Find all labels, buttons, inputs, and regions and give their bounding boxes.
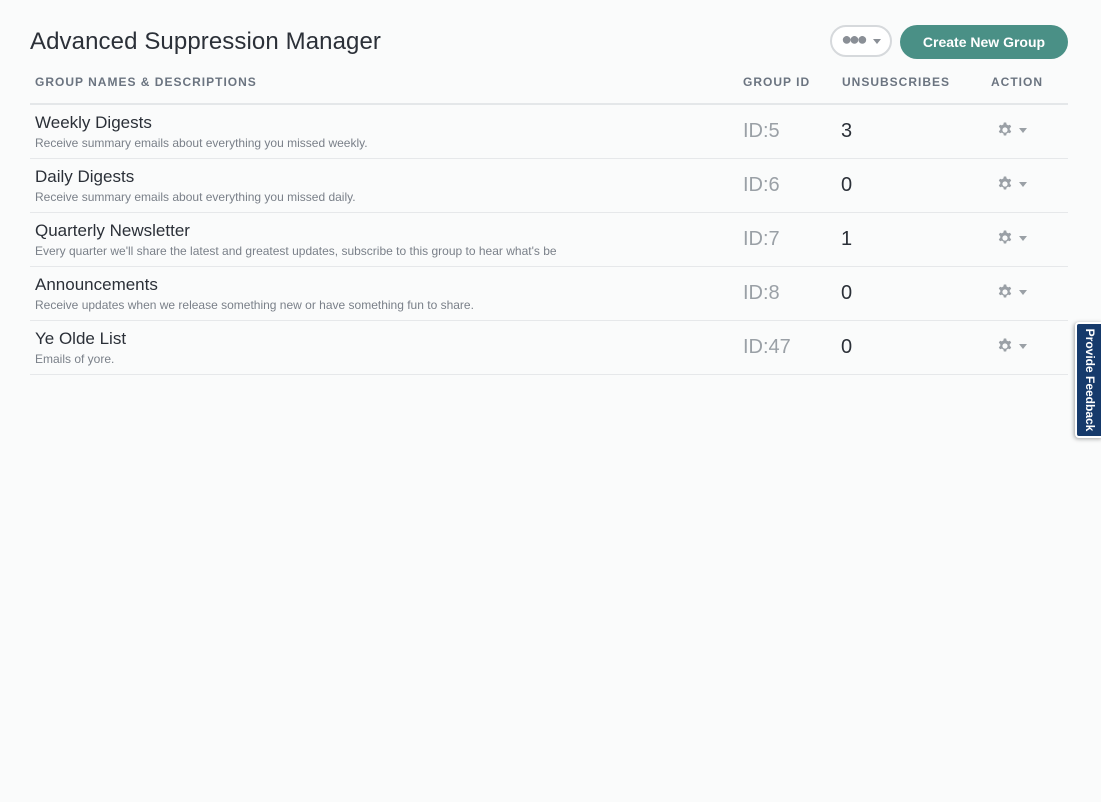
group-id: ID:6: [743, 174, 780, 196]
row-action-menu[interactable]: [997, 284, 1027, 300]
table-header: GROUP NAMES & DESCRIPTIONS GROUP ID UNSU…: [30, 70, 1068, 105]
gear-icon: [997, 176, 1013, 192]
row-action-menu[interactable]: [997, 230, 1027, 246]
caret-down-icon: [1019, 127, 1027, 133]
unsubscribe-count: 0: [841, 174, 853, 196]
group-name[interactable]: Weekly Digests: [35, 113, 152, 133]
create-new-group-button[interactable]: Create New Group: [900, 25, 1068, 59]
more-options-button[interactable]: ●●●: [830, 25, 892, 57]
column-header-unsubscribes: UNSUBSCRIBES: [842, 75, 951, 89]
gear-icon: [997, 230, 1013, 246]
unsubscribe-count: 1: [841, 228, 853, 250]
group-description: Emails of yore.: [35, 352, 115, 366]
table-row: Daily Digests Receive summary emails abo…: [30, 159, 1068, 213]
feedback-label: Provide Feedback: [1083, 328, 1097, 432]
group-id: ID:5: [743, 120, 780, 142]
row-action-menu[interactable]: [997, 176, 1027, 192]
group-description: Receive summary emails about everything …: [35, 190, 356, 204]
table-row: Announcements Receive updates when we re…: [30, 267, 1068, 321]
groups-table: GROUP NAMES & DESCRIPTIONS GROUP ID UNSU…: [30, 70, 1068, 375]
unsubscribe-count: 0: [841, 336, 853, 358]
caret-down-icon: [1019, 289, 1027, 295]
table-row: Ye Olde List Emails of yore. ID:47 0: [30, 321, 1068, 375]
provide-feedback-tab[interactable]: Provide Feedback: [1075, 322, 1101, 438]
page-title: Advanced Suppression Manager: [30, 28, 382, 55]
gear-icon: [997, 122, 1013, 138]
group-name[interactable]: Ye Olde List: [35, 329, 126, 349]
caret-down-icon: [1019, 235, 1027, 241]
unsubscribe-count: 3: [841, 120, 853, 142]
group-description: Receive summary emails about everything …: [35, 136, 368, 150]
caret-down-icon: [1019, 181, 1027, 187]
unsubscribe-count: 0: [841, 282, 853, 304]
group-description: Receive updates when we release somethin…: [35, 298, 474, 312]
caret-down-icon: [872, 38, 881, 44]
group-name[interactable]: Quarterly Newsletter: [35, 221, 190, 241]
group-id: ID:47: [743, 336, 791, 358]
group-id: ID:7: [743, 228, 780, 250]
column-header-name: GROUP NAMES & DESCRIPTIONS: [35, 75, 257, 89]
gear-icon: [997, 284, 1013, 300]
page-header: Advanced Suppression Manager ●●● Create …: [30, 0, 1068, 70]
group-name[interactable]: Announcements: [35, 275, 158, 295]
page-content: Advanced Suppression Manager ●●● Create …: [30, 0, 1068, 375]
table-row: Weekly Digests Receive summary emails ab…: [30, 105, 1068, 159]
table-row: Quarterly Newsletter Every quarter we'll…: [30, 213, 1068, 267]
row-action-menu[interactable]: [997, 122, 1027, 138]
caret-down-icon: [1019, 343, 1027, 349]
group-id: ID:8: [743, 282, 780, 304]
group-name[interactable]: Daily Digests: [35, 167, 134, 187]
group-description: Every quarter we'll share the latest and…: [35, 244, 557, 258]
column-header-group-id: GROUP ID: [743, 75, 811, 89]
ellipsis-icon: ●●●: [841, 29, 868, 49]
column-header-action: ACTION: [991, 75, 1043, 89]
gear-icon: [997, 338, 1013, 354]
row-action-menu[interactable]: [997, 338, 1027, 354]
